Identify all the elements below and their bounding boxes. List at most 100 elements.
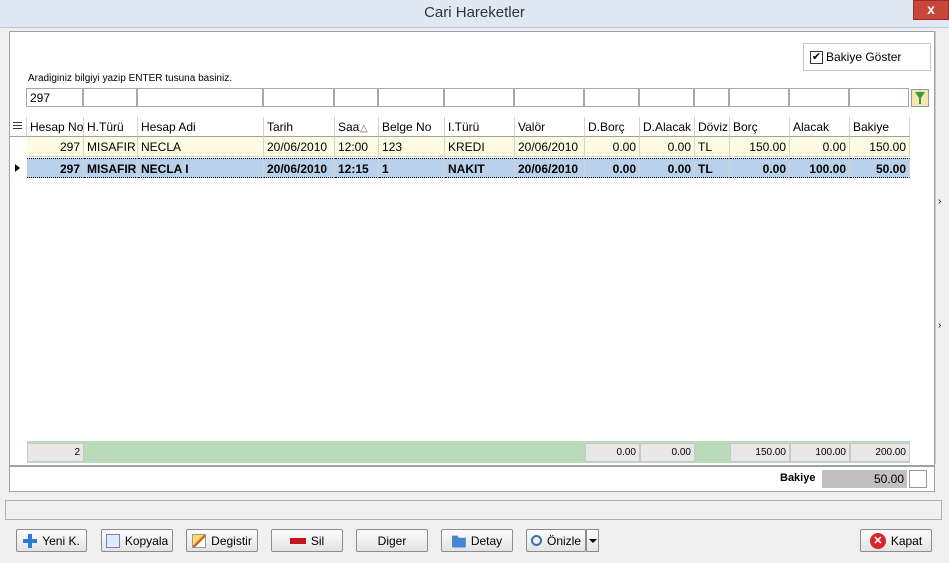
other-button[interactable]: Diger	[356, 529, 428, 552]
copy-button[interactable]: Kopyala	[101, 529, 173, 552]
filter-alacak[interactable]	[789, 88, 849, 107]
status-bar	[5, 500, 942, 520]
filter-i-turu[interactable]	[444, 88, 514, 107]
cell-borc[interactable]: 150.00	[730, 137, 790, 157]
cell-h-turu[interactable]: MISAFIR	[84, 137, 138, 157]
cell-alacak[interactable]: 100.00	[790, 158, 850, 178]
row-indicator	[10, 137, 26, 157]
col-belge-no[interactable]: Belge No	[379, 117, 445, 137]
filter-bakiye[interactable]	[849, 88, 909, 107]
cell-valor[interactable]: 20/06/2010	[515, 158, 585, 178]
col-d-borc[interactable]: D.Borç	[585, 117, 640, 137]
filter-saat[interactable]	[334, 88, 378, 107]
preview-button[interactable]: Önizle	[526, 529, 586, 552]
cell-valor[interactable]: 20/06/2010	[515, 137, 585, 157]
cell-i-turu[interactable]: NAKIT	[445, 158, 515, 178]
copy-label: Kopyala	[124, 533, 169, 548]
clear-filter-button[interactable]	[911, 89, 929, 107]
close-button[interactable]: ✕ Kapat	[860, 529, 932, 552]
filter-hesap-no[interactable]: 297	[26, 88, 83, 107]
window-close-button[interactable]: x	[913, 0, 949, 20]
col-alacak[interactable]: Alacak	[790, 117, 850, 137]
show-balance-checkbox[interactable]: ✔ Bakiye Göster	[803, 43, 931, 71]
filter-d-alacak[interactable]	[639, 88, 694, 107]
delete-button[interactable]: Sil	[271, 529, 343, 552]
col-bakiye[interactable]: Bakiye	[850, 117, 910, 137]
cell-h-turu[interactable]: MISAFIR	[84, 158, 138, 178]
row-indicator	[10, 158, 26, 178]
cell-hesap-adi[interactable]: NECLA I	[138, 158, 264, 178]
cell-hesap-no[interactable]: 297	[27, 158, 84, 178]
cell-d-borc[interactable]: 0.00	[585, 137, 640, 157]
table-row-selected[interactable]: 297 MISAFIR NECLA I 20/06/2010 12:15 1 N…	[10, 158, 910, 178]
filter-borc[interactable]	[729, 88, 789, 107]
col-hesap-no[interactable]: Hesap No	[27, 117, 84, 137]
filter-tarih[interactable]	[263, 88, 334, 107]
cell-tarih[interactable]: 20/06/2010	[264, 137, 335, 157]
cell-hesap-no[interactable]: 297	[27, 137, 84, 157]
side-splitter[interactable]: › ›	[935, 31, 948, 464]
cell-alacak[interactable]: 0.00	[790, 137, 850, 157]
col-saat-label: Saat	[338, 120, 360, 134]
col-tarih[interactable]: Tarih	[264, 117, 335, 137]
cell-belge-no[interactable]: 1	[379, 158, 445, 178]
copy-icon	[105, 533, 120, 548]
main-panel: Aradiginiz bilgiyi yazip ENTER tusuna ba…	[9, 31, 935, 466]
expand-arrow-icon[interactable]: ›	[938, 196, 946, 208]
cell-bakiye[interactable]: 50.00	[850, 158, 910, 178]
balance-panel: Bakiye 50.00	[9, 466, 935, 492]
table-row[interactable]: 297 MISAFIR NECLA 20/06/2010 12:00 123 K…	[10, 137, 910, 157]
cell-bakiye[interactable]: 150.00	[850, 137, 910, 157]
cell-doviz[interactable]: TL	[695, 137, 730, 157]
expand-arrow-icon[interactable]: ›	[938, 320, 946, 332]
cell-tarih[interactable]: 20/06/2010	[264, 158, 335, 178]
preview-label: Önizle	[546, 533, 581, 548]
close-label: Kapat	[890, 533, 923, 548]
filter-hesap-adi[interactable]	[137, 88, 263, 107]
cell-d-alacak[interactable]: 0.00	[640, 137, 695, 157]
show-balance-label: Bakiye Göster	[826, 50, 902, 64]
col-h-turu[interactable]: H.Türü	[84, 117, 138, 137]
close-x-icon: ✕	[869, 532, 886, 549]
cell-belge-no[interactable]: 123	[379, 137, 445, 157]
title-bar: Cari Hareketler x	[0, 0, 949, 28]
cell-hesap-adi[interactable]: NECLA	[138, 137, 264, 157]
plus-icon	[23, 533, 38, 548]
search-hint: Aradiginiz bilgiyi yazip ENTER tusuna ba…	[28, 73, 232, 84]
cell-i-turu[interactable]: KREDI	[445, 137, 515, 157]
filter-doviz[interactable]	[694, 88, 729, 107]
balance-value: 50.00	[822, 470, 907, 488]
filter-belge-no[interactable]	[378, 88, 444, 107]
filter-h-turu[interactable]	[83, 88, 137, 107]
detail-button[interactable]: Detay	[441, 529, 513, 552]
cell-d-alacak[interactable]: 0.00	[640, 158, 695, 178]
filter-d-borc[interactable]	[584, 88, 639, 107]
edit-button[interactable]: Degistir	[186, 529, 258, 552]
col-saat[interactable]: Saat△	[335, 117, 379, 137]
col-valor[interactable]: Valör	[515, 117, 585, 137]
col-hesap-adi[interactable]: Hesap Adi	[138, 117, 264, 137]
cell-doviz[interactable]: TL	[695, 158, 730, 178]
footer-alacak: 100.00	[790, 443, 850, 462]
new-record-button[interactable]: Yeni K.	[16, 529, 87, 552]
cell-saat[interactable]: 12:15	[335, 158, 379, 178]
edit-label: Degistir	[211, 533, 252, 548]
footer-d-alacak: 0.00	[640, 443, 695, 462]
col-i-turu[interactable]: I.Türü	[445, 117, 515, 137]
checkbox-check-icon[interactable]: ✔	[810, 51, 823, 64]
filter-valor[interactable]	[514, 88, 584, 107]
col-doviz[interactable]: Döviz	[695, 117, 730, 137]
column-chooser[interactable]	[10, 117, 27, 137]
col-borc[interactable]: Borç	[730, 117, 790, 137]
detail-label: Detay	[470, 533, 503, 548]
cell-borc[interactable]: 0.00	[730, 158, 790, 178]
folder-icon	[451, 535, 466, 548]
footer-d-borc: 0.00	[585, 443, 640, 462]
pencil-icon	[192, 533, 207, 548]
delete-label: Sil	[310, 533, 325, 548]
preview-dropdown-arrow[interactable]	[586, 529, 599, 552]
col-d-alacak[interactable]: D.Alacak	[640, 117, 695, 137]
cell-d-borc[interactable]: 0.00	[585, 158, 640, 178]
other-label: Diger	[377, 533, 407, 548]
cell-saat[interactable]: 12:00	[335, 137, 379, 157]
